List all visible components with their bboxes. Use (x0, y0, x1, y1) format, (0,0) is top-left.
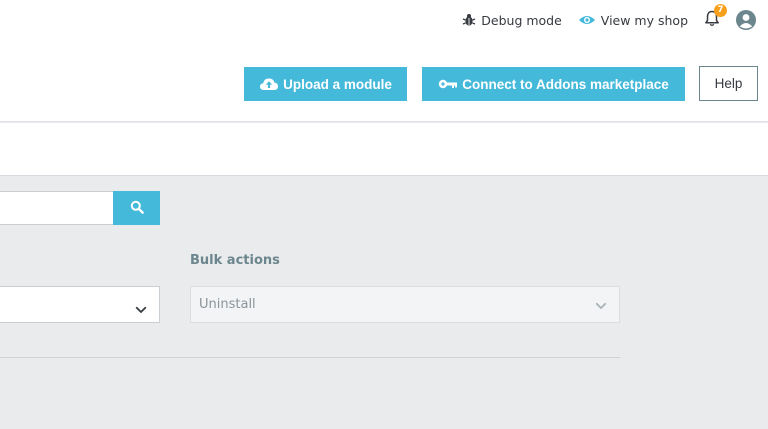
search-icon (130, 199, 144, 218)
bulk-actions-value: Uninstall (199, 297, 256, 312)
key-icon (438, 79, 458, 89)
notification-count-badge: 7 (714, 3, 727, 17)
search-button[interactable] (113, 191, 160, 225)
view-shop-label: View my shop (600, 12, 688, 28)
upload-module-label: Upload a module (283, 76, 392, 92)
help-label: Help (714, 76, 743, 91)
bulk-actions-select[interactable]: Uninstall (190, 286, 620, 323)
user-avatar-icon[interactable] (736, 10, 756, 30)
section-divider (0, 357, 620, 358)
connect-addons-label: Connect to Addons marketplace (462, 76, 669, 92)
chevron-down-icon (135, 299, 147, 318)
upload-module-button[interactable]: Upload a module (244, 67, 407, 101)
sub-header-bar (0, 123, 768, 176)
top-nav: Debug mode View my shop 7 (462, 3, 768, 32)
view-shop-link[interactable]: View my shop (578, 13, 688, 28)
eye-icon (578, 14, 596, 26)
header-bar: Debug mode View my shop 7 Upload a modul… (0, 0, 768, 122)
debug-mode-link[interactable]: Debug mode (462, 13, 562, 28)
debug-mode-label: Debug mode (481, 12, 562, 28)
bulk-actions-label: Bulk actions (190, 253, 280, 268)
category-filter-select[interactable] (0, 286, 160, 323)
bug-icon (462, 13, 476, 27)
cloud-upload-icon (259, 77, 279, 91)
chevron-down-icon (595, 299, 607, 314)
connect-addons-button[interactable]: Connect to Addons marketplace (422, 67, 685, 101)
search-input[interactable] (0, 191, 113, 225)
notifications-button[interactable]: 7 (704, 3, 727, 31)
help-button[interactable]: Help (699, 66, 758, 101)
